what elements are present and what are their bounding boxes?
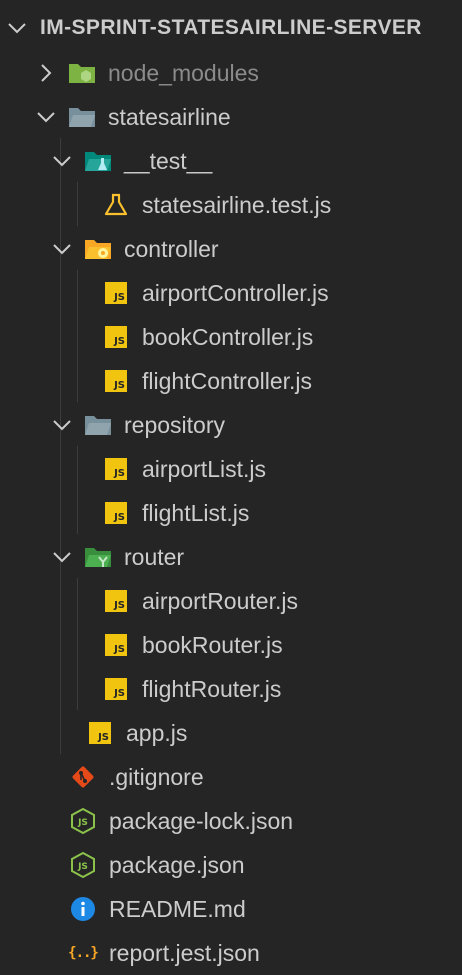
js-badge: JS (105, 634, 127, 656)
chevron-down-icon[interactable] (35, 106, 57, 128)
tree-item-label: router (124, 543, 185, 570)
tree-item-label: airportList.js (142, 455, 266, 482)
tree-item-label: __test__ (124, 147, 213, 174)
javascript-file-icon: JS (102, 587, 130, 615)
tree-item-label: airportController.js (142, 279, 329, 306)
js-badge: JS (105, 678, 127, 700)
tree-item-label: bookController.js (142, 323, 314, 350)
tree-item-js-file[interactable]: JS airportController.js (0, 271, 462, 315)
javascript-file-icon: JS (102, 631, 130, 659)
tree-item-label: package.json (109, 851, 245, 878)
tree-item-label: controller (124, 235, 219, 262)
svg-text:JS: JS (77, 818, 88, 828)
chevron-right-icon[interactable] (35, 62, 57, 84)
project-header[interactable]: IM-SPRINT-STATESAIRLINE-SERVER (0, 6, 462, 50)
tree-item-label: flightController.js (142, 367, 313, 394)
js-badge: JS (105, 458, 127, 480)
test-folder-icon (84, 147, 112, 175)
tree-item-test-file[interactable]: statesairline.test.js (0, 183, 462, 227)
tree-item-gitignore[interactable]: .gitignore (0, 755, 462, 799)
chevron-down-icon[interactable] (51, 238, 73, 260)
javascript-file-icon: JS (102, 499, 130, 527)
tree-item-js-file[interactable]: JS airportRouter.js (0, 579, 462, 623)
tree-item-label: node_modules (108, 59, 259, 86)
tree-item-node-modules[interactable]: node_modules (0, 51, 462, 95)
tree-item-label: repository (124, 411, 225, 438)
tree-item-test-folder[interactable]: __test__ (0, 139, 462, 183)
javascript-file-icon: JS (102, 675, 130, 703)
tree-item-label: flightList.js (142, 499, 250, 526)
tree-item-label: README.md (109, 895, 246, 922)
tree-item-repository-folder[interactable]: repository (0, 403, 462, 447)
tree-item-label: report.jest.json (109, 939, 260, 966)
js-badge: JS (89, 722, 111, 744)
js-badge: JS (105, 590, 127, 612)
chevron-down-icon[interactable] (51, 150, 73, 172)
tree-item-label: .gitignore (109, 763, 204, 790)
tree-item-label: package-lock.json (109, 807, 294, 834)
node-folder-icon (68, 59, 96, 87)
javascript-file-icon: JS (102, 279, 130, 307)
javascript-file-icon: JS (86, 719, 114, 747)
router-folder-icon (84, 543, 112, 571)
javascript-file-icon: JS (102, 455, 130, 483)
tree-item-js-file[interactable]: JS airportList.js (0, 447, 462, 491)
chevron-down-icon[interactable] (6, 17, 28, 39)
javascript-file-icon: JS (102, 367, 130, 395)
chevron-down-icon[interactable] (51, 414, 73, 436)
tree-item-js-file[interactable]: JS bookRouter.js (0, 623, 462, 667)
tree-item-statesairline[interactable]: statesairline (0, 95, 462, 139)
tree-item-js-file[interactable]: JS flightRouter.js (0, 667, 462, 711)
tree-item-controller-folder[interactable]: controller (0, 227, 462, 271)
tree-item-label: flightRouter.js (142, 675, 282, 702)
js-badge: JS (105, 326, 127, 348)
js-badge: JS (105, 370, 127, 392)
js-badge: JS (105, 282, 127, 304)
tree-item-label: airportRouter.js (142, 587, 298, 614)
folder-open-icon (68, 103, 96, 131)
tree-item-js-file[interactable]: JS bookController.js (0, 315, 462, 359)
tree-item-label: app.js (126, 719, 188, 746)
javascript-file-icon: JS (102, 323, 130, 351)
file-explorer: IM-SPRINT-STATESAIRLINE-SERVER node_modu… (0, 0, 462, 974)
svg-text:JS: JS (77, 862, 88, 872)
tree-item-js-file[interactable]: JS app.js (0, 711, 462, 755)
js-badge: JS (105, 502, 127, 524)
tree-item-label: statesairline.test.js (142, 191, 332, 218)
json-badge: {..} (68, 945, 99, 961)
chevron-down-icon[interactable] (51, 546, 73, 568)
tree-item-label: bookRouter.js (142, 631, 283, 658)
tree-item-js-file[interactable]: JS flightList.js (0, 491, 462, 535)
tree-item-router-folder[interactable]: router (0, 535, 462, 579)
flask-icon (102, 191, 130, 219)
nodejs-icon: JS (69, 851, 97, 879)
tree-item-readme[interactable]: README.md (0, 887, 462, 931)
json-file-icon: {..} (68, 939, 99, 967)
tree-item-js-file[interactable]: JS flightController.js (0, 359, 462, 403)
tree-item-label: statesairline (108, 103, 231, 130)
folder-open-icon (84, 411, 112, 439)
tree-item-package-json[interactable]: JS package.json (0, 843, 462, 887)
controller-folder-icon (84, 235, 112, 263)
tree-item-package-lock[interactable]: JS package-lock.json (0, 799, 462, 843)
tree-item-json-file[interactable]: {..} report.jest.json (0, 931, 462, 975)
nodejs-icon: JS (69, 807, 97, 835)
project-title: IM-SPRINT-STATESAIRLINE-SERVER (40, 16, 422, 39)
info-icon (69, 895, 97, 923)
git-icon (69, 763, 97, 791)
